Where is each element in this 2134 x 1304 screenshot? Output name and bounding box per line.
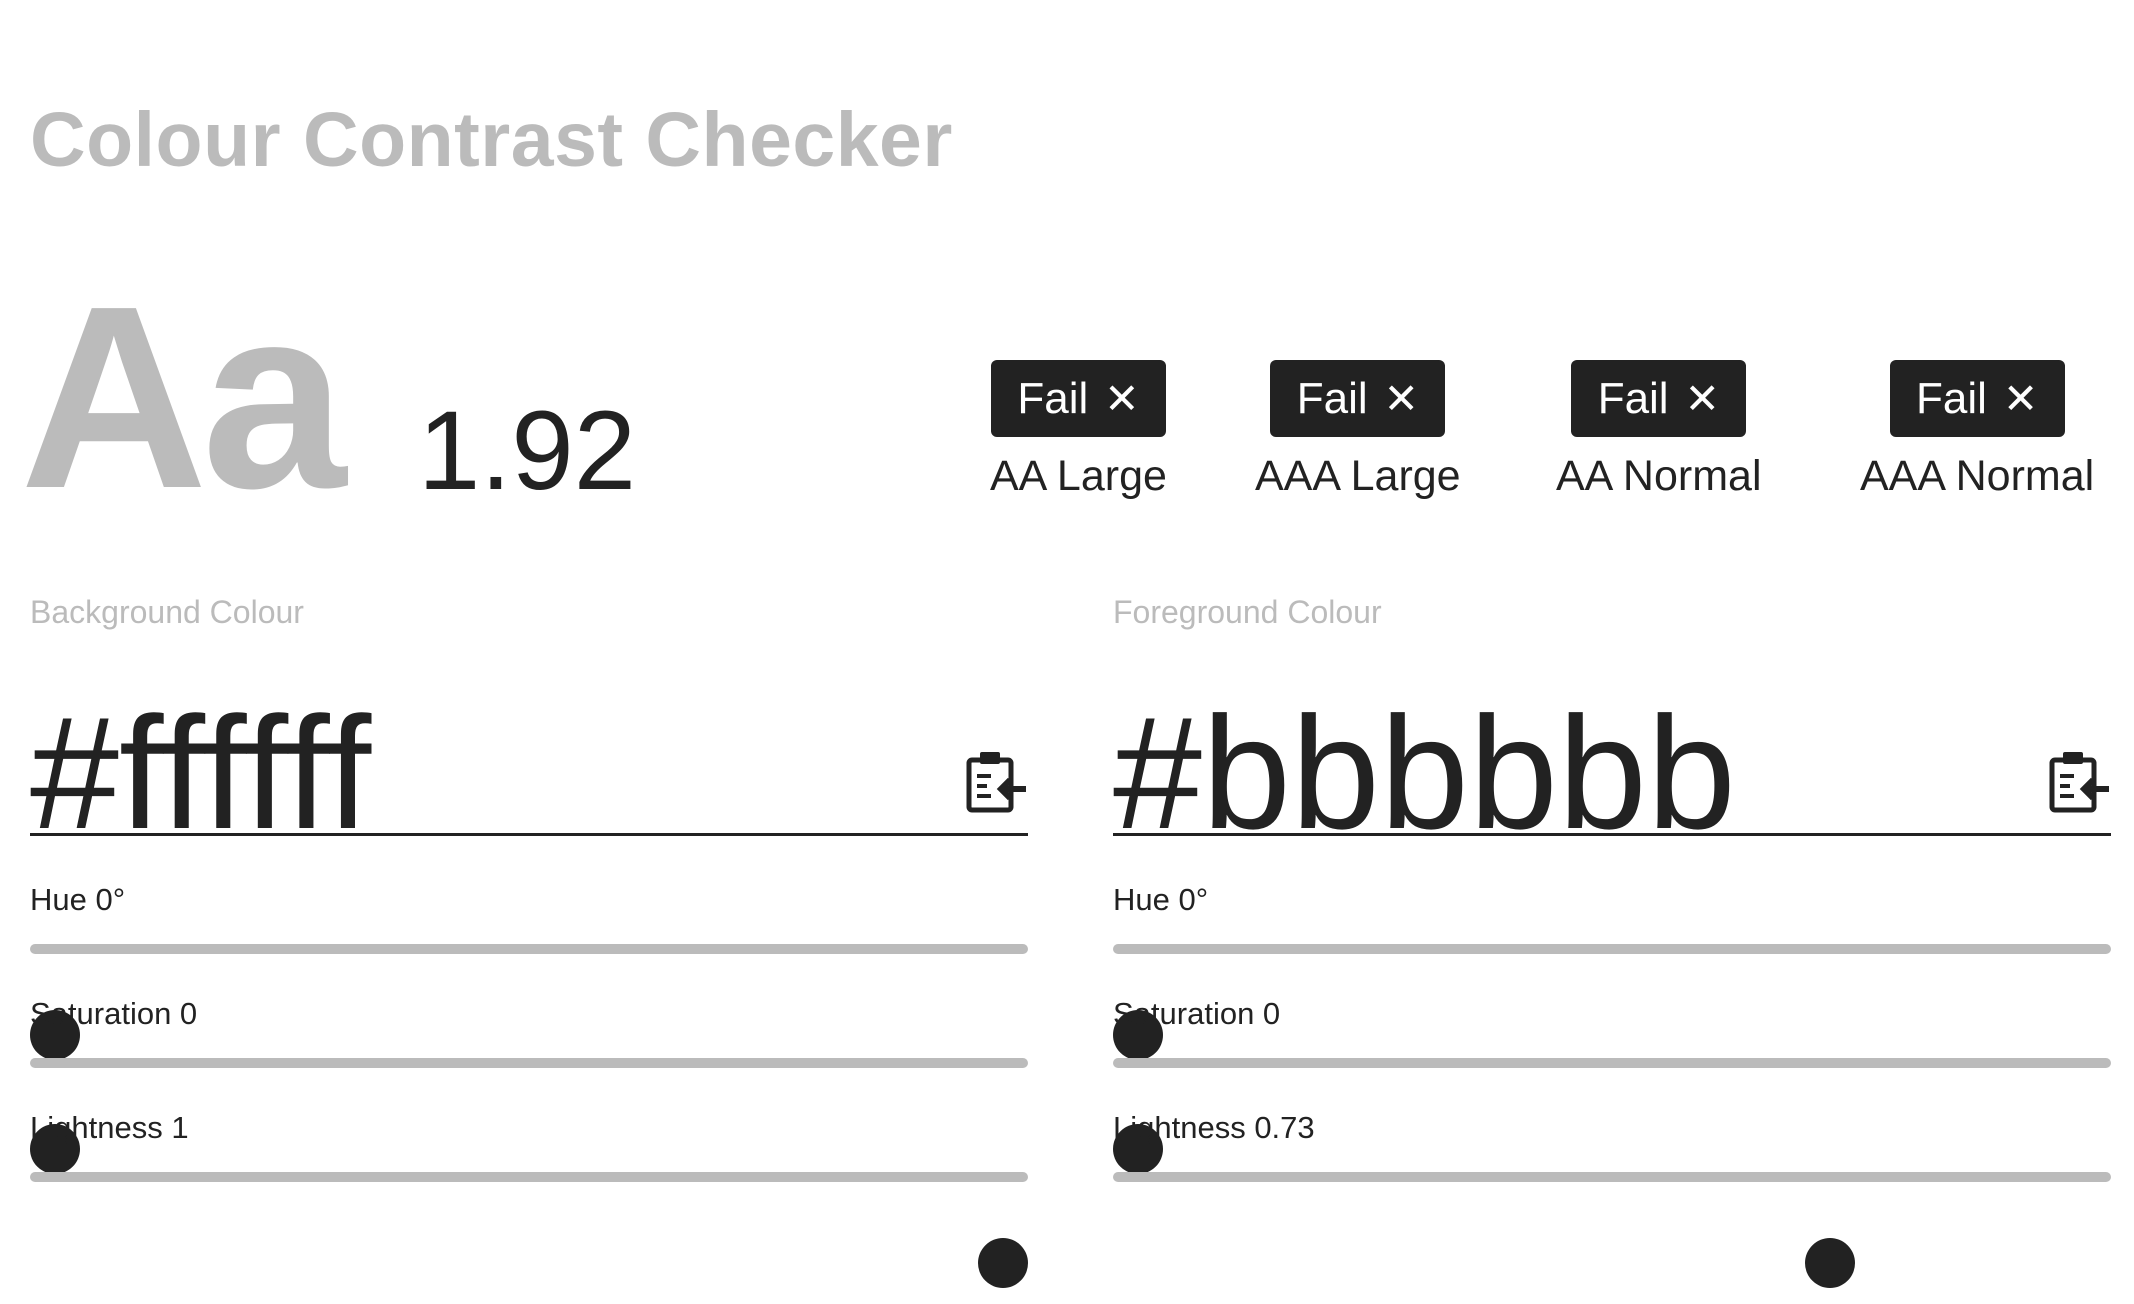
- lightness-slider-track[interactable]: [30, 1172, 1028, 1288]
- close-icon: ✕: [1684, 374, 1720, 422]
- lightness-slider-thumb[interactable]: [1805, 1238, 1856, 1288]
- foreground-hex-input[interactable]: [1113, 681, 2013, 865]
- foreground-hue-slider-block: Hue 0°: [1113, 858, 2111, 1060]
- fail-badge: Fail ✕: [1270, 360, 1446, 437]
- close-icon: ✕: [1104, 374, 1140, 422]
- foreground-paste-button[interactable]: [2049, 748, 2111, 814]
- lightness-label: Lightness 1: [30, 1110, 189, 1145]
- background-colour-panel: Background Colour Hue 0° Saturatio: [30, 594, 1028, 1288]
- badge-text: Fail: [1597, 373, 1669, 423]
- background-hex-input[interactable]: [30, 681, 930, 865]
- result-label: AAA Large: [1255, 452, 1461, 500]
- foreground-colour-panel: Foreground Colour Hue 0° Saturatio: [1113, 594, 2111, 1288]
- fail-badge: Fail ✕: [1571, 360, 1747, 437]
- result-label: AA Large: [990, 452, 1167, 500]
- background-paste-button[interactable]: [966, 748, 1028, 814]
- result-aaa-large: Fail ✕ AAA Large: [1255, 360, 1461, 498]
- foreground-lightness-slider-block: Lightness 0.73: [1113, 1086, 2111, 1288]
- saturation-label: Saturation 0: [1113, 996, 1281, 1031]
- contrast-checker-page: Colour Contrast Checker Aa 1.92 Fail ✕ A…: [0, 0, 2134, 1304]
- saturation-slider-track[interactable]: [30, 1058, 1028, 1174]
- hue-label: Hue 0°: [1113, 882, 1209, 917]
- background-hex-row: [30, 636, 1028, 865]
- background-hue-slider-block: Hue 0°: [30, 858, 1028, 1060]
- foreground-hex-row: [1113, 636, 2111, 865]
- clipboard-paste-icon: [966, 752, 1026, 813]
- result-label: AAA Normal: [1860, 452, 2095, 500]
- fail-badge: Fail ✕: [1889, 360, 2065, 437]
- result-aa-normal: Fail ✕ AA Normal: [1556, 360, 1762, 498]
- badge-text: Fail: [1916, 373, 1987, 423]
- result-aaa-normal: Fail ✕ AAA Normal: [1860, 360, 2094, 498]
- background-lightness-slider-block: Lightness 1: [30, 1086, 1028, 1288]
- background-colour-label: Background Colour: [30, 594, 304, 630]
- hue-slider-track[interactable]: [30, 944, 1028, 1060]
- sample-text-preview: Aa: [20, 253, 346, 543]
- lightness-slider-thumb[interactable]: [978, 1238, 1028, 1288]
- foreground-saturation-slider-block: Saturation 0: [1113, 972, 2111, 1174]
- badge-text: Fail: [1296, 373, 1368, 423]
- clipboard-paste-icon: [2049, 752, 2109, 813]
- lightness-slider-track[interactable]: [1113, 1172, 2111, 1288]
- background-saturation-slider-block: Saturation 0: [30, 972, 1028, 1174]
- close-icon: ✕: [2002, 374, 2039, 422]
- fail-badge: Fail ✕: [990, 360, 1166, 437]
- close-icon: ✕: [1383, 374, 1419, 422]
- result-label: AA Normal: [1556, 452, 1762, 500]
- hue-label: Hue 0°: [30, 882, 126, 917]
- lightness-label: Lightness 0.73: [1113, 1110, 1315, 1145]
- result-aa-large: Fail ✕ AA Large: [990, 360, 1167, 498]
- contrast-ratio: 1.92: [418, 388, 636, 513]
- saturation-label: Saturation 0: [30, 996, 198, 1031]
- page-title: Colour Contrast Checker: [30, 97, 953, 183]
- hue-slider-track[interactable]: [1113, 944, 2111, 1060]
- foreground-colour-label: Foreground Colour: [1113, 594, 1382, 630]
- saturation-slider-track[interactable]: [1113, 1058, 2111, 1174]
- badge-text: Fail: [1017, 373, 1089, 423]
